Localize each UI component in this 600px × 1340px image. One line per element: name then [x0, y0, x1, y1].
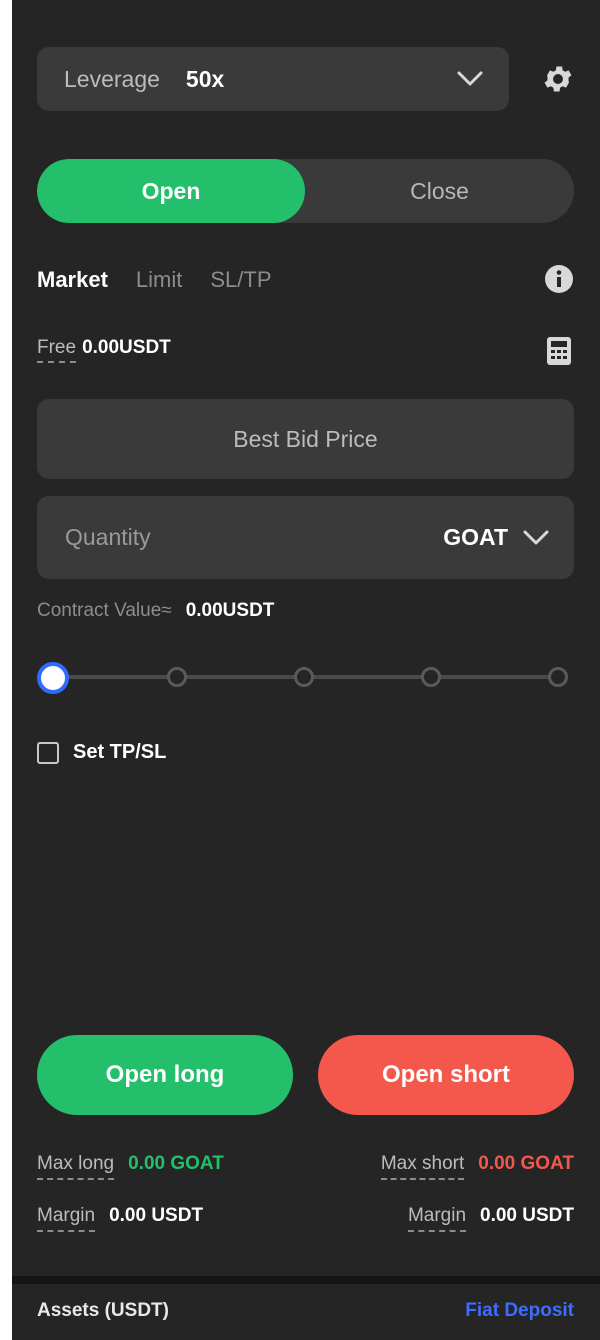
price-input[interactable]: Best Bid Price — [37, 399, 574, 479]
margin-short-value: 0.00 USDT — [480, 1205, 574, 1226]
quantity-unit-selector[interactable]: GOAT — [443, 523, 552, 553]
checkbox-icon[interactable] — [37, 741, 59, 764]
quantity-slider[interactable] — [37, 660, 574, 694]
assets-title: Assets (USDT) — [37, 1300, 169, 1321]
margin-long-stat: Margin 0.00 USDT — [37, 1205, 203, 1232]
set-tpsl-checkbox[interactable]: Set TP/SL — [37, 741, 166, 764]
quantity-placeholder: Quantity — [65, 524, 151, 550]
assets-footer: Assets (USDT) Fiat Deposit — [12, 1284, 600, 1340]
free-value: 0.00USDT — [82, 337, 171, 358]
gear-icon[interactable] — [541, 62, 575, 96]
calculator-icon[interactable] — [545, 336, 573, 366]
order-type-tabs: Market Limit SL/TP — [37, 263, 300, 297]
max-long-label[interactable]: Max long — [37, 1153, 115, 1180]
info-icon[interactable] — [543, 263, 575, 295]
open-short-button[interactable]: Open short — [318, 1035, 574, 1115]
tab-market[interactable]: Market — [37, 267, 108, 293]
free-label[interactable]: Free — [37, 337, 77, 363]
margin-long-label[interactable]: Margin — [37, 1205, 96, 1232]
quantity-unit: GOAT — [443, 524, 508, 550]
leverage-value: 50x — [185, 65, 225, 92]
tab-limit[interactable]: Limit — [136, 267, 182, 293]
contract-value-label: Contract Value≈ — [37, 600, 172, 621]
slider-step-50[interactable] — [294, 667, 314, 687]
max-short-value: 0.00 GOAT — [478, 1153, 574, 1174]
price-placeholder: Best Bid Price — [233, 425, 378, 452]
margin-long-value: 0.00 USDT — [109, 1205, 204, 1226]
slider-step-25[interactable] — [167, 667, 187, 687]
leverage-label: Leverage — [64, 65, 160, 92]
margin-short-label[interactable]: Margin — [407, 1205, 467, 1232]
contract-value: Contract Value≈ 0.00USDT — [37, 600, 274, 622]
slider-thumb[interactable] — [37, 662, 69, 694]
set-tpsl-label: Set TP/SL — [73, 741, 167, 763]
free-balance: Free 0.00USDT — [37, 337, 171, 363]
quantity-input[interactable]: Quantity GOAT — [37, 496, 574, 579]
chevron-down-icon — [522, 523, 552, 553]
open-tab-button[interactable]: Open — [37, 159, 305, 223]
max-long-value: 0.00 GOAT — [128, 1153, 224, 1174]
max-short-label[interactable]: Max short — [380, 1153, 465, 1180]
max-short-stat: Max short 0.00 GOAT — [380, 1153, 574, 1180]
leverage-selector[interactable]: Leverage 50x — [37, 47, 509, 111]
slider-step-75[interactable] — [421, 667, 441, 687]
contract-value-amount: 0.00USDT — [185, 600, 275, 621]
slider-step-100[interactable] — [548, 667, 568, 687]
chevron-down-icon — [455, 64, 485, 94]
tab-sl-tp[interactable]: SL/TP — [210, 267, 271, 293]
fiat-deposit-link[interactable]: Fiat Deposit — [465, 1300, 574, 1322]
margin-short-stat: Margin 0.00 USDT — [407, 1205, 574, 1232]
open-close-toggle: Open Close — [37, 159, 574, 223]
panel-divider — [12, 1276, 600, 1284]
max-long-stat: Max long 0.00 GOAT — [37, 1153, 224, 1180]
open-long-button[interactable]: Open long — [37, 1035, 293, 1115]
close-tab-button[interactable]: Close — [305, 159, 574, 223]
